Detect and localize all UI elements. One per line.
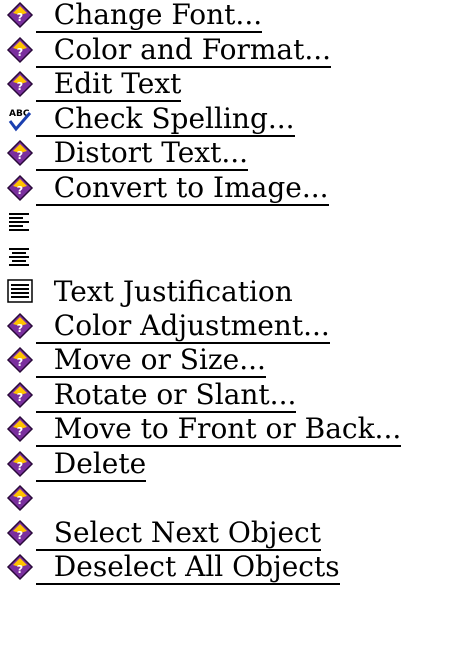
align-center-icon[interactable] <box>6 243 34 271</box>
item-move-or-size[interactable]: ? Move or Size... <box>0 345 473 380</box>
check-spelling-link[interactable]: Check Spelling... <box>36 104 295 137</box>
diamond-icon: ? <box>6 450 34 478</box>
diamond-icon: ? <box>6 312 34 340</box>
color-and-format-link[interactable]: Color and Format... <box>36 35 332 68</box>
justify-icon[interactable] <box>6 277 34 305</box>
delete-link[interactable]: Delete <box>36 449 147 482</box>
edit-text-link[interactable]: Edit Text <box>36 70 182 103</box>
diamond-icon: ? <box>6 139 34 167</box>
item-color-and-format[interactable]: ? Color and Format... <box>0 35 473 70</box>
svg-text:?: ? <box>17 356 23 369</box>
deselect-all-objects-link[interactable]: Deselect All Objects <box>36 553 340 586</box>
color-adjustment-link[interactable]: Color Adjustment... <box>36 311 330 344</box>
spellcheck-icon: ABC <box>6 105 34 133</box>
svg-text:?: ? <box>17 494 23 507</box>
diamond-icon[interactable]: ? <box>6 484 34 512</box>
diamond-icon: ? <box>6 415 34 443</box>
svg-text:?: ? <box>17 46 23 59</box>
item-unlabeled[interactable]: ? <box>0 483 473 518</box>
select-next-object-link[interactable]: Select Next Object <box>36 518 321 551</box>
item-change-font[interactable]: ? Change Font... <box>0 0 473 35</box>
item-rotate-or-slant[interactable]: ? Rotate or Slant... <box>0 380 473 415</box>
item-convert-to-image[interactable]: ? Convert to Image... <box>0 173 473 208</box>
diamond-icon: ? <box>6 346 34 374</box>
svg-text:?: ? <box>17 80 23 93</box>
align-left-icon[interactable] <box>6 208 34 236</box>
svg-text:?: ? <box>17 322 23 335</box>
diamond-icon: ? <box>6 1 34 29</box>
diamond-icon: ? <box>6 36 34 64</box>
diamond-icon: ? <box>6 70 34 98</box>
svg-text:?: ? <box>17 425 23 438</box>
item-delete[interactable]: ? Delete <box>0 449 473 484</box>
item-distort-text[interactable]: ? Distort Text... <box>0 138 473 173</box>
item-edit-text[interactable]: ? Edit Text <box>0 69 473 104</box>
svg-text:?: ? <box>17 460 23 473</box>
diamond-icon: ? <box>6 174 34 202</box>
move-or-size-link[interactable]: Move or Size... <box>36 346 266 379</box>
diamond-icon: ? <box>6 553 34 581</box>
move-to-front-or-back-link[interactable]: Move to Front or Back... <box>36 415 402 448</box>
change-font-link[interactable]: Change Font... <box>36 1 263 34</box>
svg-text:?: ? <box>17 563 23 576</box>
svg-text:?: ? <box>17 149 23 162</box>
item-align-left[interactable] <box>0 207 473 242</box>
svg-text:?: ? <box>17 11 23 24</box>
convert-to-image-link[interactable]: Convert to Image... <box>36 173 329 206</box>
svg-text:?: ? <box>17 184 23 197</box>
diamond-icon: ? <box>6 381 34 409</box>
item-check-spelling[interactable]: ABC Check Spelling... <box>0 104 473 139</box>
item-align-center[interactable] <box>0 242 473 277</box>
item-color-adjustment[interactable]: ? Color Adjustment... <box>0 311 473 346</box>
item-text-justification[interactable]: Text Justification <box>0 276 473 311</box>
svg-text:?: ? <box>17 529 23 542</box>
text-justification-label: Text Justification <box>36 275 293 309</box>
diamond-icon: ? <box>6 519 34 547</box>
item-select-next-object[interactable]: ? Select Next Object <box>0 518 473 553</box>
item-move-to-front-or-back[interactable]: ? Move to Front or Back... <box>0 414 473 449</box>
item-deselect-all-objects[interactable]: ? Deselect All Objects <box>0 552 473 587</box>
rotate-or-slant-link[interactable]: Rotate or Slant... <box>36 380 297 413</box>
svg-text:?: ? <box>17 391 23 404</box>
distort-text-link[interactable]: Distort Text... <box>36 139 249 172</box>
command-list: ? Change Font... ? Color and Format... ?… <box>0 0 473 587</box>
